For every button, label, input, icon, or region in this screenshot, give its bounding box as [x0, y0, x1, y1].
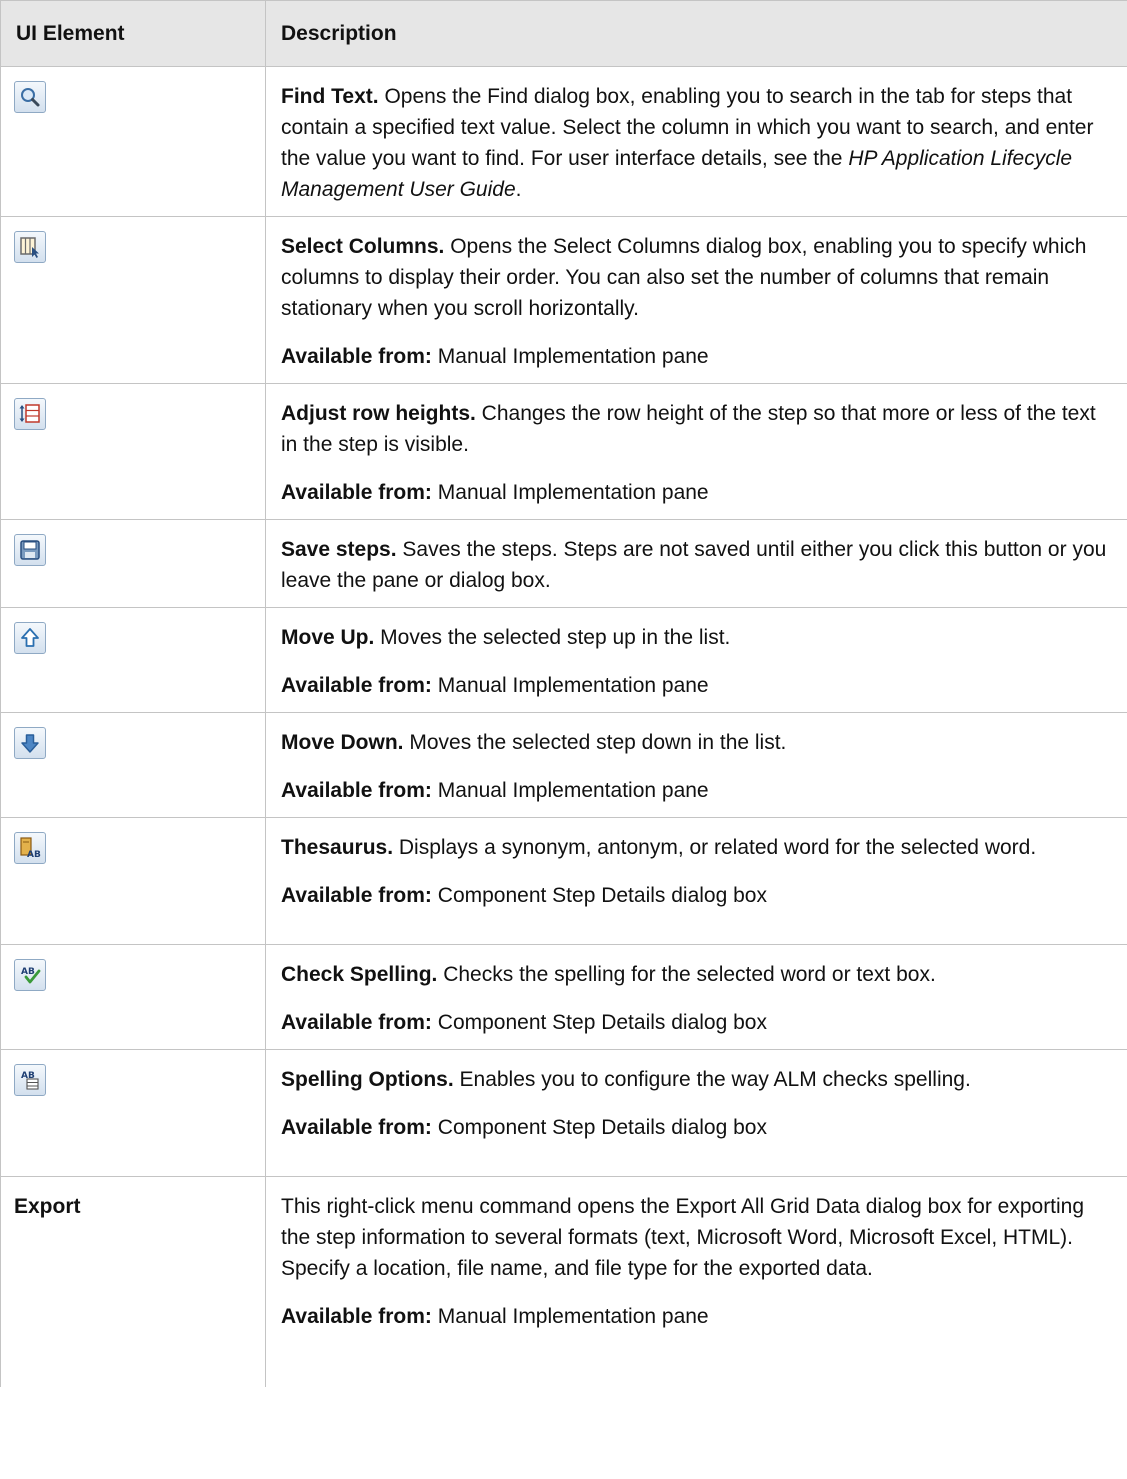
available-from-value: Manual Implementation pane [431, 345, 709, 368]
ui-elements-table: UI Element Description Find Text. Opens … [0, 0, 1127, 1387]
available-from-value: Manual Implementation pane [431, 1305, 709, 1328]
svg-text:AB: AB [27, 850, 41, 860]
available-from-value: Manual Implementation pane [431, 481, 709, 504]
table-row: Adjust row heights. Changes the row heig… [0, 383, 1127, 520]
table-header-row: UI Element Description [0, 0, 1127, 67]
check-spelling-title: Check Spelling. [281, 963, 438, 986]
save-steps-description: Saves the steps. Steps are not saved unt… [281, 538, 1107, 592]
table-row: Move Up. Moves the selected step up in t… [0, 607, 1127, 713]
table-row: Save steps. Saves the steps. Steps are n… [0, 519, 1127, 608]
available-from-label: Available from: [281, 779, 432, 802]
spelling-options-description: Enables you to configure the way ALM che… [453, 1068, 971, 1091]
move-up-icon[interactable] [14, 622, 46, 654]
table-row: Find Text. Opens the Find dialog box, en… [0, 66, 1127, 217]
available-from-label: Available from: [281, 674, 432, 697]
header-description: Description [265, 0, 1127, 67]
table-row: Move Down. Moves the selected step down … [0, 712, 1127, 818]
spelling-options-title: Spelling Options. [281, 1068, 454, 1091]
find-text-title: Find Text. [281, 85, 379, 108]
available-from-label: Available from: [281, 1305, 432, 1328]
available-from-label: Available from: [281, 1011, 432, 1034]
thesaurus-description: Displays a synonym, antonym, or related … [393, 836, 1037, 859]
header-ui-element: UI Element [0, 0, 266, 67]
table-row: AB Check Spelling. Checks the spelling f… [0, 944, 1127, 1050]
available-from-value: Component Step Details dialog box [431, 1116, 767, 1139]
move-down-title: Move Down. [281, 731, 404, 754]
export-command-label: Export [14, 1195, 81, 1218]
move-down-icon[interactable] [14, 727, 46, 759]
thesaurus-icon[interactable]: AB [14, 832, 46, 864]
available-from-value: Manual Implementation pane [431, 779, 709, 802]
available-from-label: Available from: [281, 1116, 432, 1139]
save-steps-title: Save steps. [281, 538, 397, 561]
move-up-description: Moves the selected step up in the list. [374, 626, 731, 649]
available-from-label: Available from: [281, 345, 432, 368]
table-row: Export This right-click menu command ope… [0, 1176, 1127, 1387]
spelling-options-icon[interactable]: AB [14, 1064, 46, 1096]
export-description: This right-click menu command opens the … [281, 1195, 1085, 1280]
available-from-value: Manual Implementation pane [431, 674, 709, 697]
table-row: Select Columns. Opens the Select Columns… [0, 216, 1127, 384]
available-from-value: Component Step Details dialog box [431, 1011, 767, 1034]
svg-text:AB: AB [21, 967, 35, 977]
move-down-description: Moves the selected step down in the list… [403, 731, 787, 754]
move-up-title: Move Up. [281, 626, 375, 649]
available-from-label: Available from: [281, 481, 432, 504]
check-spelling-icon[interactable]: AB [14, 959, 46, 991]
select-columns-icon[interactable] [14, 231, 46, 263]
save-icon[interactable] [14, 534, 46, 566]
adjust-row-heights-title: Adjust row heights. [281, 402, 476, 425]
adjust-row-heights-icon[interactable] [14, 398, 46, 430]
table-row: AB Thesaurus. Displays a synonym, antony… [0, 817, 1127, 945]
check-spelling-description: Checks the spelling for the selected wor… [437, 963, 936, 986]
table-row: AB Spelling Options. Enables you to conf… [0, 1049, 1127, 1177]
available-from-value: Component Step Details dialog box [431, 884, 767, 907]
thesaurus-title: Thesaurus. [281, 836, 394, 859]
magnifier-icon[interactable] [14, 81, 46, 113]
available-from-label: Available from: [281, 884, 432, 907]
select-columns-title: Select Columns. [281, 235, 445, 258]
